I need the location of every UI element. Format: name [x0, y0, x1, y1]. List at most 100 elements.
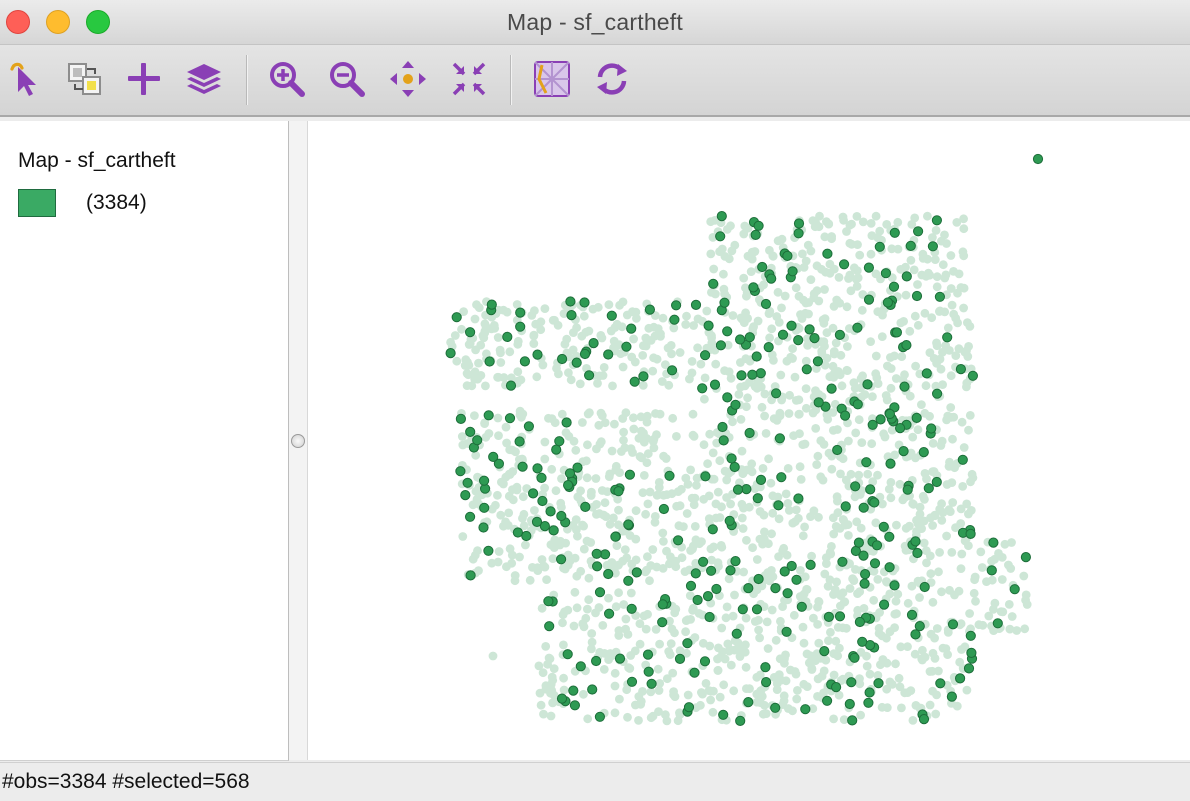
- map-point: [638, 351, 648, 360]
- point-map[interactable]: [308, 121, 1190, 760]
- layers-button[interactable]: [184, 59, 224, 99]
- map-point: [736, 313, 746, 323]
- map-point: [594, 420, 604, 430]
- map-point: [610, 668, 620, 678]
- map-point: [722, 602, 732, 612]
- map-point: [583, 409, 593, 419]
- map-point: [458, 532, 468, 541]
- map-point: [831, 636, 841, 646]
- map-point: [681, 627, 690, 637]
- refresh-button[interactable]: [592, 59, 632, 99]
- map-point: [1019, 571, 1029, 581]
- map-point: [551, 486, 561, 496]
- map-point: [828, 323, 838, 333]
- map-point: [540, 454, 550, 464]
- selected-point: [455, 413, 466, 424]
- map-point: [942, 480, 952, 489]
- map-point: [474, 358, 483, 368]
- selected-point: [935, 678, 946, 689]
- map-point: [537, 603, 547, 613]
- map-point: [737, 513, 747, 523]
- map-point: [695, 539, 704, 549]
- map-point: [937, 587, 946, 597]
- map-point: [672, 501, 681, 511]
- map-point: [600, 498, 610, 508]
- map-point: [825, 547, 835, 557]
- selected-point: [626, 603, 637, 614]
- map-point: [706, 695, 715, 705]
- selected-point: [623, 519, 634, 530]
- map-point: [913, 425, 923, 435]
- map-point: [767, 324, 777, 334]
- selected-point: [730, 399, 741, 410]
- map-canvas[interactable]: [308, 121, 1190, 760]
- map-point: [833, 367, 843, 376]
- map-point: [729, 686, 739, 696]
- basemap-button[interactable]: [532, 59, 572, 99]
- zoom-in-button[interactable]: [267, 59, 307, 99]
- map-point: [642, 458, 652, 468]
- map-point: [473, 374, 482, 384]
- map-point: [838, 674, 848, 684]
- map-point: [662, 674, 672, 684]
- map-point: [711, 499, 721, 509]
- map-point: [706, 544, 716, 554]
- map-point: [659, 537, 668, 546]
- select-tool-button[interactable]: [6, 59, 46, 99]
- selected-point: [752, 493, 763, 504]
- map-point: [716, 652, 725, 662]
- map-point: [791, 283, 801, 293]
- map-point: [940, 273, 950, 283]
- map-point: [863, 469, 873, 479]
- map-point: [643, 449, 653, 459]
- map-point: [457, 324, 466, 334]
- map-point: [529, 339, 539, 348]
- map-point: [959, 214, 968, 224]
- selected-point: [708, 278, 719, 289]
- selected-point: [913, 226, 924, 237]
- map-point: [667, 349, 676, 359]
- map-point: [849, 576, 859, 585]
- map-point: [866, 219, 876, 228]
- map-point: [600, 649, 609, 658]
- selected-point: [623, 575, 634, 586]
- map-point: [631, 700, 640, 710]
- selection-shape-tool-button[interactable]: [65, 59, 105, 99]
- layers-icon: [187, 64, 221, 94]
- map-point: [874, 628, 884, 638]
- selected-point: [875, 414, 886, 425]
- map-point: [811, 424, 821, 433]
- selected-point: [514, 436, 525, 447]
- map-point: [846, 469, 856, 479]
- selected-point: [839, 259, 850, 270]
- map-point: [827, 464, 837, 474]
- panel-splitter[interactable]: [289, 121, 308, 760]
- selected-point: [926, 423, 937, 434]
- map-point: [670, 608, 680, 618]
- legend-color-swatch[interactable]: [18, 189, 56, 217]
- splitter-handle[interactable]: [291, 434, 305, 448]
- selected-point: [885, 458, 896, 469]
- map-point: [604, 593, 613, 603]
- map-point: [587, 629, 597, 638]
- map-point: [882, 633, 891, 643]
- map-point: [921, 546, 931, 556]
- map-point: [515, 406, 525, 416]
- map-point: [908, 716, 918, 725]
- selected-point: [858, 550, 869, 561]
- map-point: [594, 603, 604, 612]
- selected-point: [531, 516, 543, 527]
- zoom-out-button[interactable]: [327, 59, 367, 99]
- pan-button[interactable]: [388, 59, 428, 99]
- map-point: [852, 212, 862, 221]
- zoom-in-icon: [270, 62, 305, 97]
- selected-point: [731, 628, 742, 639]
- full-extent-button[interactable]: [449, 59, 489, 99]
- map-point: [932, 282, 942, 292]
- map-point: [928, 648, 938, 658]
- add-layer-button[interactable]: [124, 59, 164, 99]
- map-point: [897, 703, 906, 713]
- map-point: [700, 394, 709, 404]
- selected-point: [966, 647, 977, 659]
- selected-point: [819, 646, 830, 657]
